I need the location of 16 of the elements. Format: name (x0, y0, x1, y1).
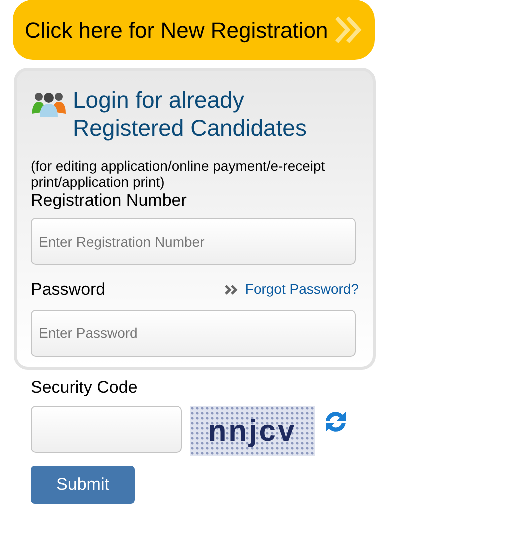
field-label: Registration Number (31, 191, 188, 211)
field-label: Security Code (31, 376, 139, 398)
double-chevron-icon (225, 284, 240, 295)
login-note: (for editing application/online payment/e-receipt print/application print) (31, 158, 326, 190)
registration-number-field[interactable]: Enter Registration Number (31, 218, 356, 265)
refresh-icon[interactable] (323, 409, 349, 435)
field-label: Password (31, 279, 106, 301)
login-title: Registered Candidates (73, 114, 307, 142)
forgot-password-link[interactable]: Forgot Password? (225, 279, 359, 300)
security-code-field[interactable] (31, 406, 182, 453)
submit-button[interactable]: Submit (31, 466, 135, 504)
login-title: Login for already (73, 86, 246, 114)
password-field[interactable]: Enter Password (31, 310, 356, 356)
new-registration-button[interactable]: Click here for New Registration (13, 0, 375, 60)
double-chevron-icon (334, 15, 364, 45)
captcha-text: nnjcv (208, 414, 297, 450)
